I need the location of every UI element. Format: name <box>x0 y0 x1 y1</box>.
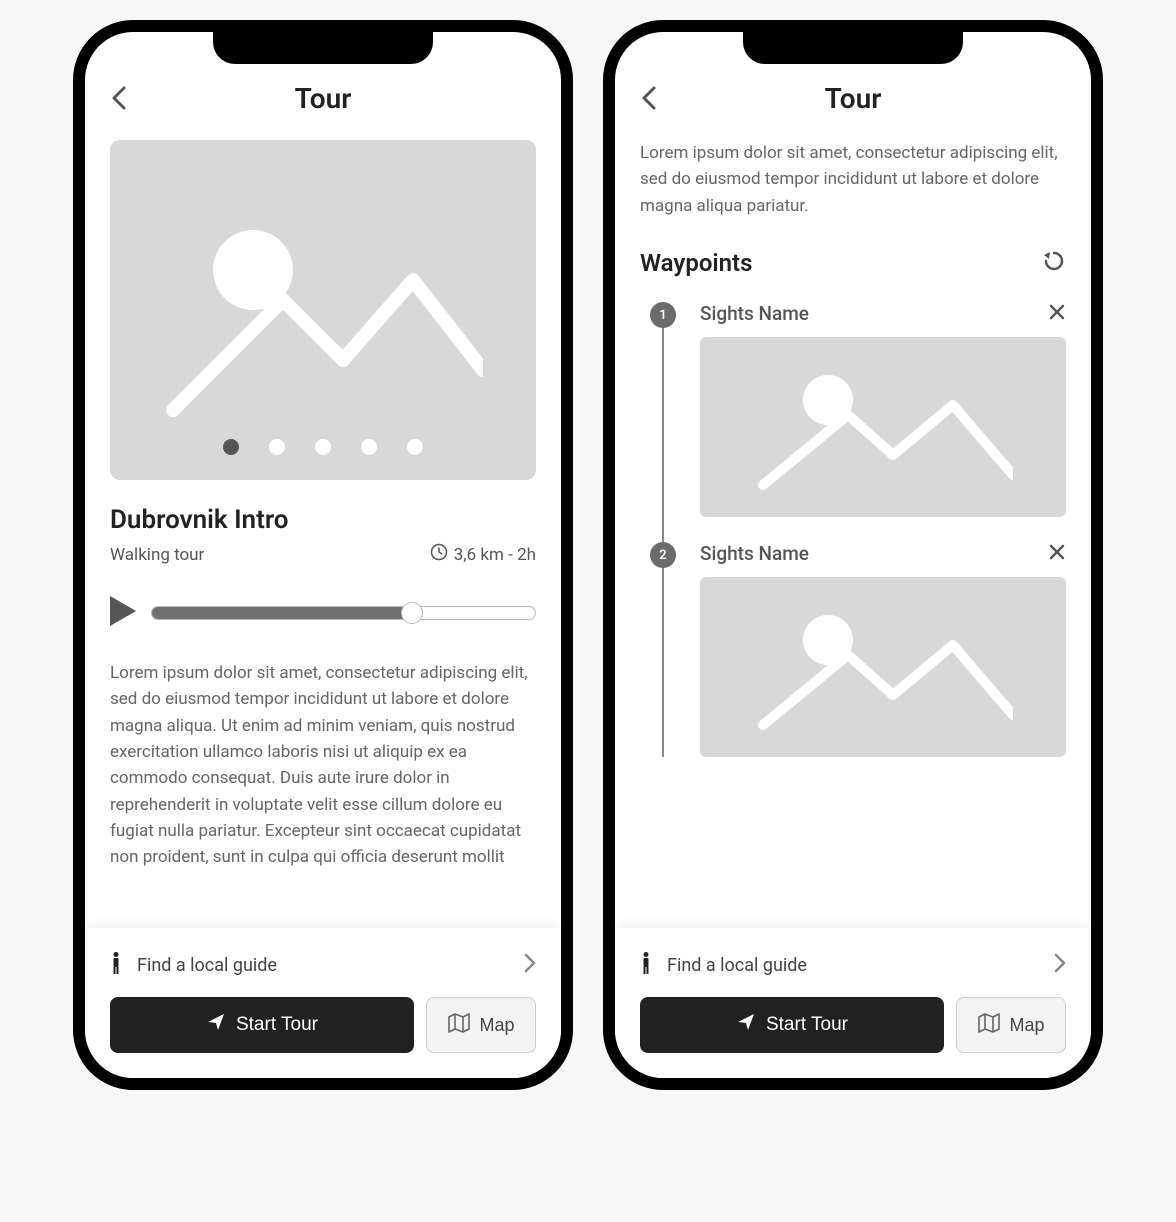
waypoint-name: Sights Name <box>700 302 809 325</box>
carousel-dots <box>110 439 536 455</box>
bottom-bar: Find a local guide Start Tour Map <box>85 928 561 1078</box>
slider-fill <box>152 607 412 619</box>
waypoint-number-badge: 1 <box>650 302 676 328</box>
start-tour-label: Start Tour <box>766 1014 848 1036</box>
button-row: Start Tour Map <box>640 997 1066 1053</box>
chevron-right-icon <box>524 953 536 977</box>
find-guide-label: Find a local guide <box>137 955 277 976</box>
carousel-dot[interactable] <box>223 439 239 455</box>
image-placeholder-icon <box>163 200 483 420</box>
start-tour-button[interactable]: Start Tour <box>640 997 944 1053</box>
tour-distance-duration: 3,6 km - 2h <box>430 543 536 566</box>
clock-icon <box>430 543 448 566</box>
audio-progress-slider[interactable] <box>151 606 536 620</box>
waypoints-header: Waypoints <box>640 249 1066 277</box>
back-button[interactable] <box>110 84 128 116</box>
waypoint-name: Sights Name <box>700 542 809 565</box>
waypoint-image[interactable] <box>700 577 1066 757</box>
send-icon <box>736 1012 756 1038</box>
bottom-bar: Find a local guide Start Tour Map <box>615 928 1091 1078</box>
phone-notch <box>213 30 433 64</box>
waypoints-list: 1 Sights Name 2 Sights Name <box>640 302 1066 757</box>
map-icon <box>447 1012 471 1039</box>
start-tour-label: Start Tour <box>236 1014 318 1036</box>
map-label: Map <box>1009 1015 1044 1036</box>
tour-type-label: Walking tour <box>110 545 204 565</box>
audio-player <box>110 596 536 630</box>
page-title: Tour <box>825 82 882 115</box>
map-label: Map <box>479 1015 514 1036</box>
hero-image-carousel[interactable] <box>110 140 536 480</box>
find-guide-label: Find a local guide <box>667 955 807 976</box>
waypoint-image[interactable] <box>700 337 1066 517</box>
carousel-dot[interactable] <box>407 439 423 455</box>
find-guide-row[interactable]: Find a local guide <box>110 943 536 997</box>
carousel-dot[interactable] <box>315 439 331 455</box>
phone-frame-2: Tour Lorem ipsum dolor sit amet, consect… <box>603 20 1103 1090</box>
waypoint-header: Sights Name <box>700 302 1066 325</box>
map-button[interactable]: Map <box>426 997 536 1053</box>
phone-notch <box>743 30 963 64</box>
map-icon <box>977 1012 1001 1039</box>
chevron-right-icon <box>1054 953 1066 977</box>
image-placeholder-icon <box>753 355 1013 499</box>
content-area: Lorem ipsum dolor sit amet, consectetur … <box>615 125 1091 928</box>
distance-duration-text: 3,6 km - 2h <box>454 545 536 565</box>
content-area: Dubrovnik Intro Walking tour 3,6 km - 2h… <box>85 125 561 928</box>
waypoint-item: 1 Sights Name <box>650 302 1066 517</box>
close-icon <box>1048 303 1066 321</box>
tour-description: Lorem ipsum dolor sit amet, consectetur … <box>110 660 536 871</box>
reset-button[interactable] <box>1042 249 1066 277</box>
waypoints-title: Waypoints <box>640 249 752 277</box>
person-icon <box>110 951 122 979</box>
undo-icon <box>1042 249 1066 273</box>
waypoint-number-badge: 2 <box>650 542 676 568</box>
back-button[interactable] <box>640 84 658 116</box>
waypoint-item: 2 Sights Name <box>650 542 1066 757</box>
carousel-dot[interactable] <box>361 439 377 455</box>
tour-title: Dubrovnik Intro <box>110 505 536 535</box>
play-button[interactable] <box>110 596 136 630</box>
send-icon <box>206 1012 226 1038</box>
slider-thumb[interactable] <box>401 602 423 624</box>
image-placeholder-icon <box>753 595 1013 739</box>
intro-text: Lorem ipsum dolor sit amet, consectetur … <box>640 140 1066 219</box>
close-icon <box>1048 543 1066 561</box>
start-tour-button[interactable]: Start Tour <box>110 997 414 1053</box>
waypoint-header: Sights Name <box>700 542 1066 565</box>
person-icon <box>640 951 652 979</box>
button-row: Start Tour Map <box>110 997 536 1053</box>
tour-meta: Walking tour 3,6 km - 2h <box>110 543 536 566</box>
remove-waypoint-button[interactable] <box>1048 543 1066 565</box>
remove-waypoint-button[interactable] <box>1048 303 1066 325</box>
page-title: Tour <box>295 82 352 115</box>
carousel-dot[interactable] <box>269 439 285 455</box>
phone-frame-1: Tour Dubrovnik Intro Walking tour <box>73 20 573 1090</box>
find-guide-row[interactable]: Find a local guide <box>640 943 1066 997</box>
map-button[interactable]: Map <box>956 997 1066 1053</box>
